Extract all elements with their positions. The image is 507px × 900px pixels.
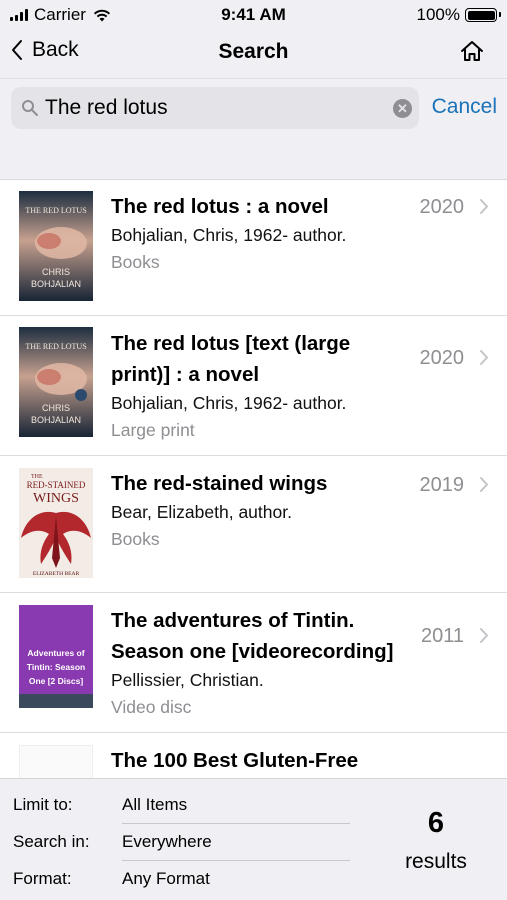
result-author: Bear, Elizabeth, author.	[111, 502, 292, 522]
cover-author-text: BOHJALIAN	[31, 279, 81, 289]
filter-label: Format:	[13, 869, 72, 888]
results-list: THE RED LOTUS CHRIS BOHJALIAN The red lo…	[0, 180, 507, 805]
result-author: Bohjalian, Chris, 1962- author.	[111, 393, 347, 413]
cover-title-text: THE RED LOTUS	[25, 342, 86, 351]
clear-search-icon[interactable]: ✕	[393, 99, 412, 118]
home-icon	[461, 41, 483, 61]
result-row[interactable]: THE RED-STAINED WINGS ELIZABETH BEAR The…	[0, 456, 507, 593]
search-input[interactable]	[45, 93, 375, 123]
cover-text: Adventures of	[27, 648, 84, 658]
cover-title-text: THE RED LOTUS	[25, 206, 86, 215]
result-format: Books	[111, 252, 160, 272]
chevron-right-icon	[480, 350, 488, 365]
cover-author-text: BOHJALIAN	[31, 415, 81, 425]
cover-title-text: WINGS	[33, 491, 79, 506]
result-info: The red-stained wings Bear, Elizabeth, a…	[111, 468, 411, 553]
result-title: The adventures of Tintin. Season one [vi…	[111, 609, 394, 663]
result-title: The red lotus : a novel	[111, 195, 329, 218]
result-info: The red lotus [text (large print)] : a n…	[111, 328, 386, 444]
filter-value: Any Format	[122, 869, 210, 888]
search-filter-panel: Limit to: All Items Search in: Everywher…	[0, 778, 507, 900]
cover-title-text: RED-STAINED	[27, 480, 86, 490]
result-count-label: results	[405, 850, 467, 873]
chevron-right-icon	[480, 477, 488, 492]
result-year: 2011	[420, 625, 464, 647]
cover-author-text: CHRIS	[42, 403, 70, 413]
result-year: 2020	[419, 196, 465, 218]
search-field: ✕	[11, 87, 419, 129]
search-bar: ✕ Cancel	[0, 78, 507, 136]
result-row[interactable]: THE RED LOTUS CHRIS BOHJALIAN The red lo…	[0, 180, 507, 316]
home-button[interactable]	[459, 39, 485, 68]
navigation-bar: Back Search	[0, 30, 507, 78]
result-format: Large print	[111, 420, 195, 440]
filter-value: Everywhere	[122, 832, 212, 851]
status-bar: Carrier 9:41 AM 100%	[0, 0, 507, 30]
result-year: 2020	[419, 347, 465, 369]
battery-icon	[465, 8, 501, 22]
cover-author-text: ELIZABETH BEAR	[33, 571, 80, 577]
filter-value: All Items	[122, 795, 188, 814]
filter-search-in[interactable]: Search in: Everywhere	[0, 824, 350, 861]
section-spacer	[0, 136, 507, 180]
filter-label: Limit to:	[13, 795, 73, 814]
result-title: The red-stained wings	[111, 472, 328, 495]
result-info: The adventures of Tintin. Season one [vi…	[111, 605, 411, 721]
cover-text: One [2 Discs]	[29, 676, 83, 686]
search-icon	[22, 100, 38, 116]
book-cover-image: THE RED LOTUS CHRIS BOHJALIAN	[19, 191, 93, 301]
result-info: The 100 Best Gluten-Free	[111, 745, 411, 776]
result-count-number: 6	[427, 807, 445, 839]
result-year: 2019	[419, 474, 465, 496]
result-format: Books	[111, 529, 160, 549]
video-cover-image: Adventures of Tintin: Season One [2 Disc…	[19, 605, 93, 708]
result-info: The red lotus : a novel Bohjalian, Chris…	[111, 191, 411, 276]
book-cover-image: THE RED LOTUS CHRIS BOHJALIAN	[19, 327, 93, 437]
cancel-button[interactable]: Cancel	[432, 95, 497, 119]
chevron-right-icon	[480, 199, 488, 214]
result-format: Video disc	[111, 697, 192, 717]
result-row[interactable]: THE RED LOTUS CHRIS BOHJALIAN The red lo…	[0, 316, 507, 456]
filter-format[interactable]: Format: Any Format	[0, 861, 350, 898]
result-author: Bohjalian, Chris, 1962- author.	[111, 225, 347, 245]
result-title: The 100 Best Gluten-Free	[111, 749, 359, 772]
cover-text: Tintin: Season	[27, 662, 85, 672]
filter-label: Search in:	[13, 832, 90, 851]
result-title: The red lotus [text (large print)] : a n…	[111, 332, 351, 386]
result-author: Pellissier, Christian.	[111, 670, 264, 690]
battery-percent: 100%	[416, 5, 460, 24]
chevron-right-icon	[480, 628, 488, 643]
book-cover-image: THE RED-STAINED WINGS ELIZABETH BEAR	[19, 468, 93, 578]
page-title: Search	[218, 40, 289, 63]
cover-author-text: CHRIS	[42, 267, 70, 277]
status-right: 100%	[416, 5, 501, 25]
filter-limit-to[interactable]: Limit to: All Items	[0, 787, 350, 824]
result-row[interactable]: Adventures of Tintin: Season One [2 Disc…	[0, 593, 507, 733]
